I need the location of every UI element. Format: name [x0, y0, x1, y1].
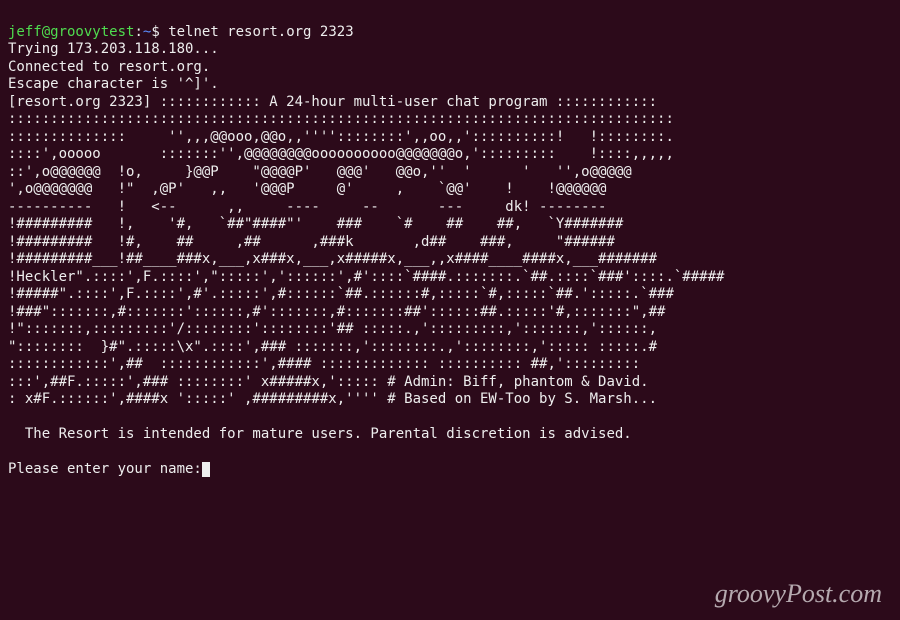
ascii-art-line: ::::::::::::::::::::::::::::::::::::::::…: [8, 111, 674, 127]
ascii-art-line: ',o@@@@@@@ !" ,@P' ,, '@@@P @' , `@@' ! …: [8, 181, 606, 197]
ascii-art-line: !Heckler".::::',F.::::',":::::','::::::'…: [8, 269, 724, 285]
ascii-art-line: !":::::::,:::::::::'/::::::::'::::::::'#…: [8, 321, 657, 337]
prompt-dollar: $: [151, 24, 159, 40]
ascii-art-line: ":::::::: }#".:::::\x".::::',### :::::::…: [8, 339, 657, 355]
prompt-sep: :: [134, 24, 142, 40]
connect-line: Connected to resort.org.: [8, 59, 210, 75]
disclaimer-text: The Resort is intended for mature users.…: [8, 426, 632, 442]
ascii-art-line: ::::::::::::',## ::::::::::::',#### ::::…: [8, 356, 640, 372]
ascii-art-line: ::::',ooooo :::::::'',@@@@@@@@oooooooooo…: [8, 146, 674, 162]
ascii-art-line: ---------- ! <-- ,, ---- -- --- dk! ----…: [8, 199, 606, 215]
ascii-art-line: !######### !#, ## ,## ,###k ,d## ###, "#…: [8, 234, 615, 250]
name-input-cursor[interactable]: [202, 462, 210, 477]
banner-header: [resort.org 2323] :::::::::::: A 24-hour…: [8, 94, 657, 110]
ascii-art-line: ::',o@@@@@@ !o, }@@P "@@@@P' @@@' @@o,''…: [8, 164, 632, 180]
command-text: telnet resort.org 2323: [168, 24, 353, 40]
terminal-output: jeff@groovytest:~$ telnet resort.org 232…: [8, 6, 892, 479]
ascii-art-line: :::::::::::::: '',,,@@ooo,@@o,,'''':::::…: [8, 129, 674, 145]
connect-line: Trying 173.203.118.180...: [8, 41, 219, 57]
watermark-text: groovyPost.com: [715, 578, 882, 611]
ascii-art-line: !#####".::::',F.::::',#'.:::::',#::::::`…: [8, 286, 674, 302]
ascii-art-line: !#########___!##____###x,___,x###x,___,x…: [8, 251, 657, 267]
prompt-user: jeff@groovytest: [8, 24, 134, 40]
ascii-art-line: !######### !, '#, `##"####"' ### `# ## #…: [8, 216, 623, 232]
ascii-art-line: : x#F.::::::',####x ':::::' ,#########x,…: [8, 391, 657, 407]
ascii-art-line: :::',##F.:::::',### ::::::::' x#####x,':…: [8, 374, 649, 390]
name-prompt-label: Please enter your name:: [8, 461, 202, 477]
ascii-art-line: !###":::::::,#:::::::'::::::,#':::::::,#…: [8, 304, 665, 320]
connect-line: Escape character is '^]'.: [8, 76, 219, 92]
